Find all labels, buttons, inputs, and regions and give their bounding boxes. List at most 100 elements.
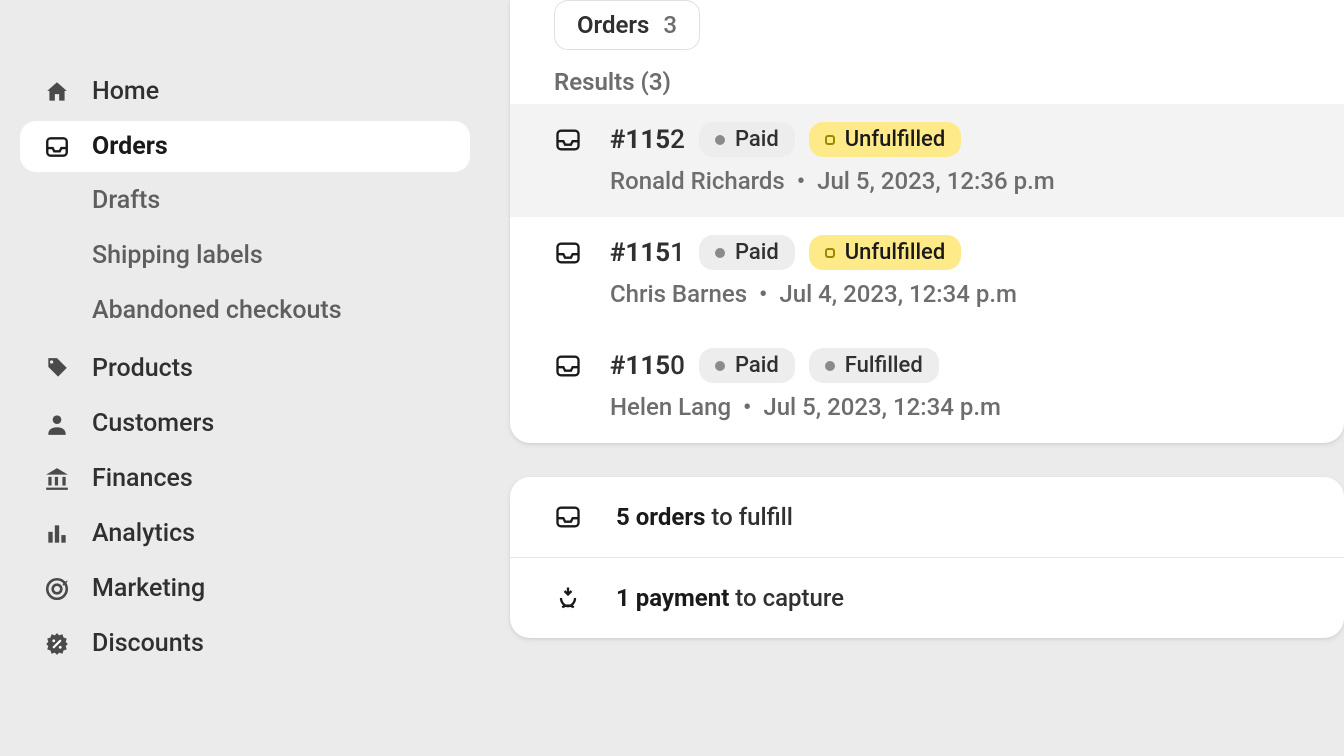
sidebar-item-label: Finances — [92, 464, 193, 493]
results-heading: Results (3) — [510, 50, 1344, 104]
order-id-rest: 1 — [670, 238, 685, 268]
sidebar-item-customers[interactable]: Customers — [20, 398, 470, 449]
payment-badge: Paid — [699, 122, 795, 157]
dot-icon — [715, 135, 725, 145]
sidebar-item-label: Products — [92, 354, 193, 383]
summary-text: 5 orders to fulfill — [616, 503, 793, 531]
tab-orders[interactable]: Orders 3 — [554, 0, 700, 50]
inbox-icon — [554, 503, 582, 531]
order-id: #1151 — [610, 238, 685, 268]
sidebar-item-orders[interactable]: Orders — [20, 121, 470, 172]
payment-label: Paid — [735, 353, 779, 378]
result-row[interactable]: #1150 Paid Fulfilled Helen Lang • Jul 5, 20… — [510, 330, 1344, 443]
separator: • — [753, 280, 773, 308]
home-icon — [44, 79, 70, 105]
fulfillment-label: Unfulfilled — [845, 240, 946, 265]
dot-icon — [715, 361, 725, 371]
fulfillment-badge: Unfulfilled — [809, 235, 962, 270]
open-dot-icon — [825, 248, 835, 258]
summary-row-capture[interactable]: 1 payment to capture — [510, 557, 1344, 638]
fulfillment-badge: Fulfilled — [809, 348, 939, 383]
summary-rest: to fulfill — [705, 503, 792, 531]
results-card: Orders 3 Results (3) #1152PaidUnfulfille… — [510, 0, 1344, 443]
order-id-rest: 2 — [670, 125, 685, 155]
inbox-icon — [44, 134, 70, 160]
summary-card: 5 orders to fulfill 1 payment to capture — [510, 477, 1344, 638]
fulfillment-label: Unfulfilled — [845, 127, 946, 152]
row-content: #1152 Paid Unfulfilled Ronald Richards • Ju… — [610, 122, 1055, 195]
sidebar-item-discounts[interactable]: Discounts — [20, 618, 470, 669]
order-id-strong: #115 — [610, 125, 670, 155]
person-icon — [44, 411, 70, 437]
sidebar-item-label: Discounts — [92, 629, 204, 658]
order-date: Jul 4, 2023, 12:34 p.m — [779, 280, 1017, 308]
tab-area: Orders 3 — [510, 0, 1344, 50]
tag-icon — [44, 356, 70, 382]
order-id-strong: #115 — [610, 238, 670, 268]
summary-strong: 1 payment — [616, 584, 729, 612]
order-date: Jul 5, 2023, 12:34 p.m — [763, 393, 1001, 421]
fulfillment-badge: Unfulfilled — [809, 122, 962, 157]
sidebar-item-label: Marketing — [92, 574, 205, 603]
sidebar-item-analytics[interactable]: Analytics — [20, 508, 470, 559]
tab-label: Orders — [577, 11, 649, 39]
sidebar-item-finances[interactable]: Finances — [20, 453, 470, 504]
sidebar-item-marketing[interactable]: Marketing — [20, 563, 470, 614]
payment-label: Paid — [735, 127, 779, 152]
app-root: Home Orders Drafts Shipping labels Aband… — [0, 0, 1344, 756]
sidebar-subitem-drafts[interactable]: Drafts — [92, 176, 470, 225]
summary-text: 1 payment to capture — [616, 584, 844, 612]
sidebar-item-label: Customers — [92, 409, 214, 438]
customer-name: Ronald Richards — [610, 167, 785, 195]
target-icon — [44, 576, 70, 602]
sidebar-subitem-shipping-labels[interactable]: Shipping labels — [92, 231, 470, 280]
inbox-icon — [554, 239, 582, 267]
sidebar-subitem-abandoned[interactable]: Abandoned checkouts — [92, 286, 470, 335]
sidebar-subitems-orders: Drafts Shipping labels Abandoned checkou… — [20, 176, 470, 335]
sidebar-item-label: Orders — [92, 132, 168, 161]
row-content: #1151 Paid Unfulfilled Chris Barnes • Jul 4… — [610, 235, 1017, 308]
result-row[interactable]: #1151 Paid Unfulfilled Chris Barnes • Jul 4… — [510, 217, 1344, 330]
results-list: #1152PaidUnfulfilledRonald Richards • Ju… — [510, 104, 1344, 443]
inbox-icon — [554, 352, 582, 380]
bars-icon — [44, 521, 70, 547]
sidebar-item-label: Home — [92, 77, 159, 106]
row-top: #1150 Paid Fulfilled — [610, 348, 1001, 383]
row-sub: Helen Lang • Jul 5, 2023, 12:34 p.m — [610, 393, 1001, 421]
summary-rest: to capture — [729, 584, 844, 612]
order-id: #1150 — [610, 351, 685, 381]
order-id: #1152 — [610, 125, 685, 155]
result-row[interactable]: #1152 Paid Unfulfilled Ronald Richards • Ju… — [510, 104, 1344, 217]
customer-name: Chris Barnes — [610, 280, 747, 308]
payment-badge: Paid — [699, 235, 795, 270]
open-dot-icon — [825, 135, 835, 145]
inbox-icon — [554, 126, 582, 154]
sidebar-item-label: Analytics — [92, 519, 195, 548]
sidebar-item-products[interactable]: Products — [20, 343, 470, 394]
payment-badge: Paid — [699, 348, 795, 383]
order-id-rest: 0 — [670, 351, 685, 381]
payment-label: Paid — [735, 240, 779, 265]
tab-count: 3 — [663, 11, 677, 39]
sidebar-item-home[interactable]: Home — [20, 66, 470, 117]
separator: • — [737, 393, 757, 421]
row-sub: Ronald Richards • Jul 5, 2023, 12:36 p.m — [610, 167, 1055, 195]
sidebar: Home Orders Drafts Shipping labels Aband… — [0, 0, 490, 756]
dot-icon — [825, 361, 835, 371]
summary-row-fulfill[interactable]: 5 orders to fulfill — [510, 477, 1344, 557]
dot-icon — [715, 248, 725, 258]
discount-icon — [44, 631, 70, 657]
row-top: #1151 Paid Unfulfilled — [610, 235, 1017, 270]
customer-name: Helen Lang — [610, 393, 731, 421]
payment-icon — [554, 584, 582, 612]
bank-icon — [44, 466, 70, 492]
main-content: Orders 3 Results (3) #1152PaidUnfulfille… — [490, 0, 1344, 756]
row-content: #1150 Paid Fulfilled Helen Lang • Jul 5, 20… — [610, 348, 1001, 421]
order-id-strong: #115 — [610, 351, 670, 381]
row-top: #1152 Paid Unfulfilled — [610, 122, 1055, 157]
separator: • — [791, 167, 811, 195]
order-date: Jul 5, 2023, 12:36 p.m — [817, 167, 1055, 195]
summary-strong: 5 orders — [616, 503, 705, 531]
fulfillment-label: Fulfilled — [845, 353, 923, 378]
row-sub: Chris Barnes • Jul 4, 2023, 12:34 p.m — [610, 280, 1017, 308]
